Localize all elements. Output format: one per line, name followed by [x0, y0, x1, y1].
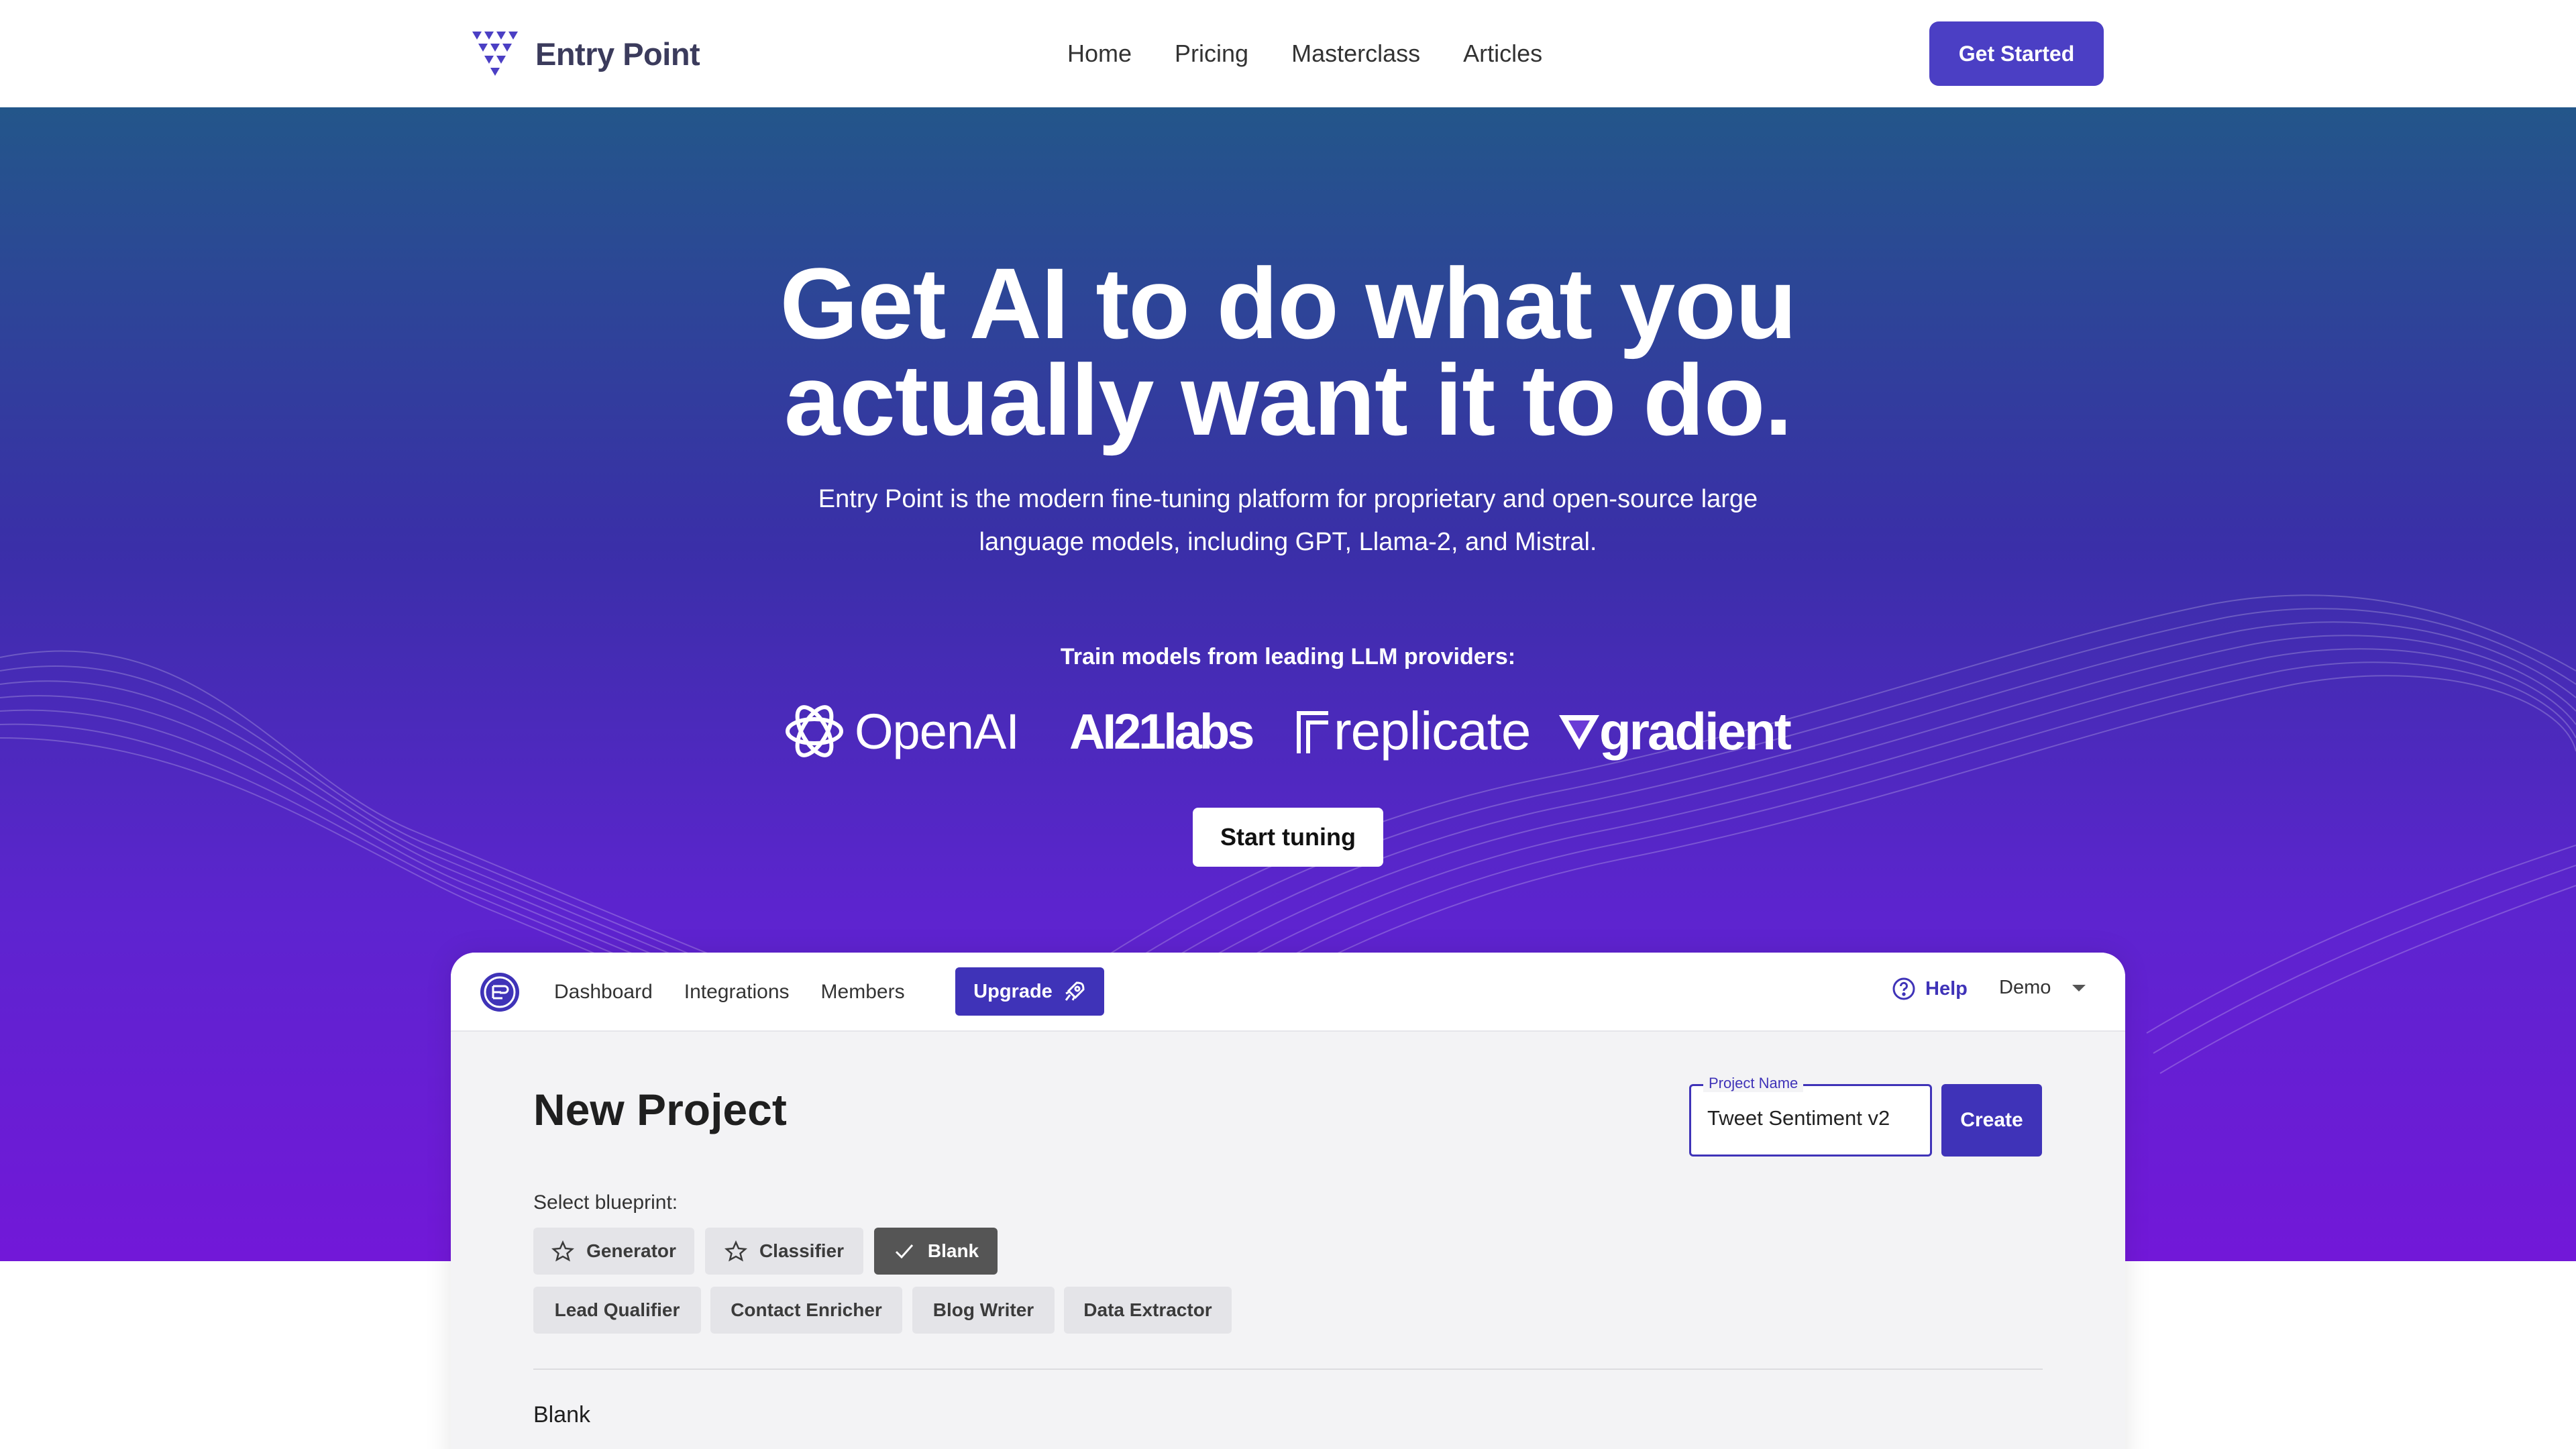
app-logo-icon[interactable] — [479, 971, 521, 1013]
main-nav: Home Pricing Masterclass Articles — [1067, 35, 1585, 72]
providers-label: Train models from leading LLM providers: — [1060, 644, 1516, 669]
brand-logo-link[interactable]: Entry Point — [472, 30, 700, 78]
replicate-mark-icon — [1297, 711, 1328, 753]
headline-line-1: Get AI to do what you — [780, 247, 1796, 360]
nav-link-pricing[interactable]: Pricing — [1175, 35, 1248, 72]
rocket-icon — [1065, 981, 1085, 1001]
blueprint-label-blog-writer: Blog Writer — [932, 1299, 1034, 1320]
entry-point-logo-icon — [472, 32, 518, 76]
blueprint-chip-classifier[interactable]: Classifier — [705, 1228, 863, 1275]
create-button[interactable]: Create — [1941, 1084, 2042, 1157]
page-title: New Project — [533, 1085, 787, 1134]
blueprint-label: Select blueprint: — [533, 1191, 678, 1214]
hero-subheading: Entry Point is the modern fine-tuning pl… — [818, 485, 1758, 556]
blueprint-label-lead-qualifier: Lead Qualifier — [554, 1299, 680, 1320]
blueprint-label-blank: Blank — [927, 1240, 979, 1261]
project-name-field[interactable]: Project Name — [1689, 1075, 1932, 1157]
provider-logos: OpenAI AI21labs replicate gradient — [781, 691, 1798, 771]
check-icon — [895, 1244, 913, 1259]
app-nav-integrations[interactable]: Integrations — [684, 977, 790, 1008]
blueprint-chip-generator[interactable]: Generator — [533, 1228, 694, 1275]
blueprint-chip-contact-enricher[interactable]: Contact Enricher — [710, 1287, 902, 1334]
help-link[interactable]: Help — [1892, 977, 1968, 1001]
account-label: Demo — [1999, 977, 2051, 998]
openai-knot-icon — [786, 705, 843, 757]
hero-headline: Get AI to do what you actually want it t… — [0, 253, 2576, 450]
nav-link-home[interactable]: Home — [1067, 35, 1132, 72]
chevron-down-icon — [2072, 984, 2086, 991]
blueprint-section-title: Blank — [533, 1402, 591, 1428]
gradient-logo: gradient — [1559, 691, 1792, 771]
blueprint-chip-data-extractor[interactable]: Data Extractor — [1064, 1287, 1232, 1334]
ai21labs-logo: AI21labs — [1069, 703, 1254, 759]
section-divider — [533, 1368, 2043, 1370]
headline-line-2: actually want it to do. — [784, 343, 1792, 456]
account-menu[interactable]: Demo — [1999, 977, 2086, 999]
gradient-wordmark: gradient — [1599, 701, 1792, 761]
project-name-label: Project Name — [1703, 1075, 1804, 1092]
replicate-wordmark: replicate — [1334, 701, 1531, 761]
app-toolbar: Dashboard Integrations Members Upgrade H… — [451, 953, 2125, 1032]
help-label: Help — [1925, 977, 1968, 1000]
app-nav-dashboard[interactable]: Dashboard — [554, 977, 653, 1008]
project-name-input[interactable] — [1707, 1106, 1922, 1130]
start-tuning-button[interactable]: Start tuning — [1193, 808, 1383, 867]
brand-name: Entry Point — [535, 36, 700, 72]
nav-link-masterclass[interactable]: Masterclass — [1291, 35, 1420, 72]
upgrade-button[interactable]: Upgrade — [955, 967, 1104, 1016]
star-icon — [551, 1240, 575, 1262]
openai-logo: OpenAI — [781, 691, 1020, 771]
blueprint-label-generator: Generator — [586, 1240, 676, 1261]
upgrade-label: Upgrade — [973, 980, 1053, 1002]
app-preview: Dashboard Integrations Members Upgrade H… — [451, 953, 2125, 1449]
openai-wordmark: OpenAI — [855, 703, 1020, 759]
top-navbar: Entry Point Home Pricing Masterclass Art… — [0, 0, 2576, 107]
blueprint-chip-blank[interactable]: Blank — [874, 1228, 998, 1275]
get-started-button[interactable]: Get Started — [1929, 21, 2104, 86]
nav-link-articles[interactable]: Articles — [1463, 35, 1542, 72]
blueprint-chip-lead-qualifier[interactable]: Lead Qualifier — [533, 1287, 701, 1334]
replicate-logo: replicate — [1295, 691, 1531, 771]
blueprint-label-data-extractor: Data Extractor — [1083, 1299, 1212, 1320]
gradient-mark-icon — [1559, 715, 1599, 750]
blueprint-label-contact-enricher: Contact Enricher — [731, 1299, 882, 1320]
help-circle-icon — [1892, 977, 1915, 1000]
app-nav-members[interactable]: Members — [821, 977, 905, 1008]
blueprint-label-classifier: Classifier — [759, 1240, 845, 1261]
blueprint-chip-blog-writer[interactable]: Blog Writer — [912, 1287, 1055, 1334]
star-icon — [724, 1240, 747, 1262]
app-nav: Dashboard Integrations Members — [554, 977, 936, 1008]
